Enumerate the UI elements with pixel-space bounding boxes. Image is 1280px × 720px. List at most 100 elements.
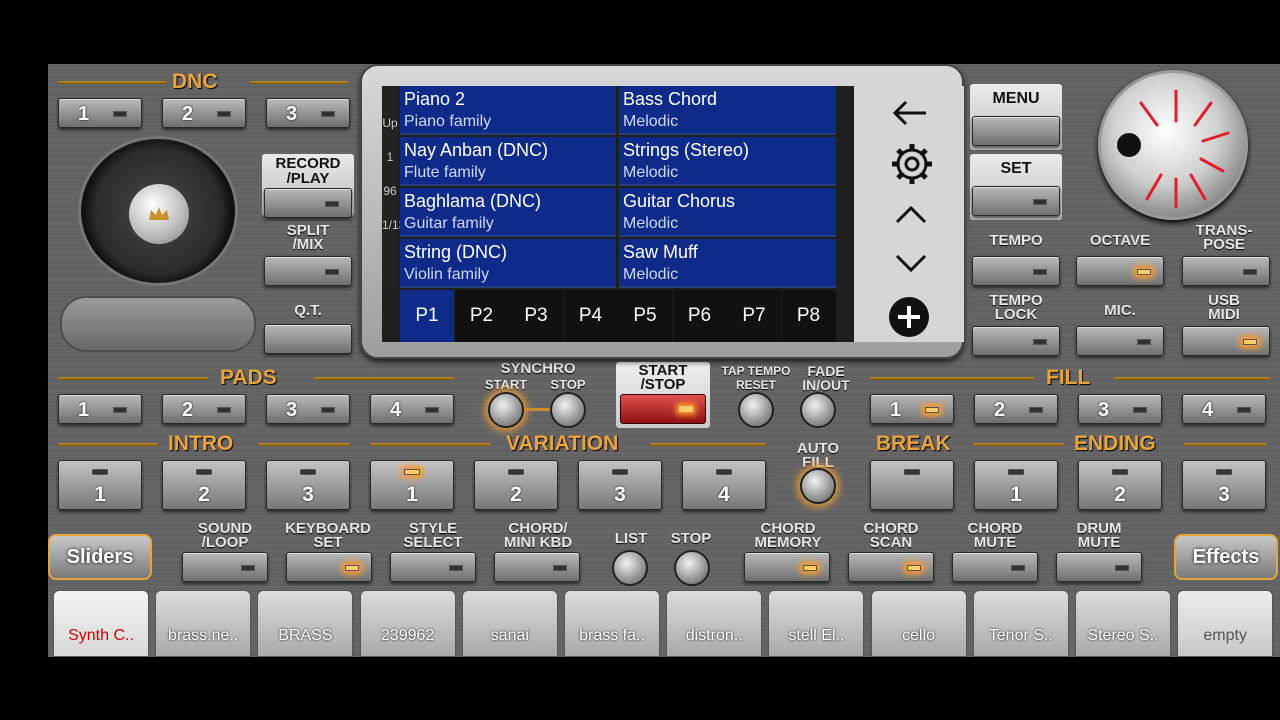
chevron-up-icon[interactable] bbox=[894, 204, 928, 231]
start-stop-button[interactable] bbox=[620, 394, 706, 424]
sound-slot[interactable]: Saw Muff Melodic bbox=[619, 239, 836, 288]
sound-slot[interactable]: Nay Anban (DNC) Flute family bbox=[400, 137, 616, 186]
style-tab[interactable]: BRASS bbox=[257, 590, 354, 657]
gear-icon[interactable] bbox=[890, 142, 934, 191]
ending-button-1[interactable]: 1 bbox=[974, 460, 1058, 510]
style-tab[interactable]: Stereo S.. bbox=[1075, 590, 1171, 657]
style-tab[interactable]: Tenor S.. bbox=[972, 590, 1069, 657]
tap-tempo-knob[interactable] bbox=[738, 392, 774, 428]
octave-button[interactable] bbox=[1076, 256, 1164, 286]
pad-button-2[interactable]: 2 bbox=[162, 394, 246, 424]
sound-slot[interactable]: String (DNC) Violin family bbox=[400, 239, 616, 288]
fill-button-4[interactable]: 4 bbox=[1182, 394, 1266, 424]
vip-crown-icon bbox=[129, 184, 189, 244]
page-tab-p8[interactable]: P8 bbox=[781, 290, 836, 342]
pad-button-4[interactable]: 4 bbox=[370, 394, 454, 424]
dnc-button-2[interactable]: 2 bbox=[162, 98, 246, 128]
synchro-stop-knob[interactable] bbox=[550, 392, 586, 428]
synchro-label: SYNCHRO bbox=[500, 360, 576, 377]
stop-knob[interactable] bbox=[674, 550, 710, 586]
page-tab-p4[interactable]: P4 bbox=[563, 290, 618, 342]
style-tab[interactable]: sanai bbox=[461, 590, 558, 657]
page-tab-p2[interactable]: P2 bbox=[454, 290, 509, 342]
mic-button[interactable] bbox=[1076, 326, 1164, 356]
vip-jog-wheel[interactable] bbox=[78, 136, 238, 286]
style-tab[interactable]: stell El.. bbox=[768, 590, 865, 657]
list-knob[interactable] bbox=[612, 550, 648, 586]
effects-button[interactable]: Effects bbox=[1174, 534, 1278, 580]
chord-mini-kbd-button[interactable] bbox=[494, 552, 580, 582]
sound-loop-button[interactable] bbox=[182, 552, 268, 582]
fill-button-3[interactable]: 3 bbox=[1078, 394, 1162, 424]
page-tab-p7[interactable]: P7 bbox=[727, 290, 781, 342]
chord-scan-button[interactable] bbox=[848, 552, 934, 582]
sound-slot[interactable]: Baghlama (DNC) Guitar family bbox=[400, 188, 616, 237]
intro-button-1[interactable]: 1 bbox=[58, 460, 142, 510]
page-tab-p5[interactable]: P5 bbox=[618, 290, 672, 342]
sound-name: Strings (Stereo) bbox=[623, 140, 750, 160]
dnc-button-1[interactable]: 1 bbox=[58, 98, 142, 128]
dnc-header: DNC bbox=[58, 70, 348, 93]
usb-midi-label: USB MIDI bbox=[1208, 292, 1240, 323]
sound-slot[interactable]: Piano 2 Piano family bbox=[400, 86, 616, 135]
sound-family: Piano family bbox=[404, 113, 492, 130]
tap-tempo-label: TAP TEMPO RESET bbox=[721, 364, 791, 392]
style-tab[interactable]: cello bbox=[870, 590, 967, 657]
pad-button-3[interactable]: 3 bbox=[266, 394, 350, 424]
style-tab[interactable]: empty bbox=[1177, 590, 1274, 657]
plus-icon[interactable] bbox=[888, 296, 930, 343]
variation-button-2[interactable]: 2 bbox=[474, 460, 558, 510]
dnc-button-3[interactable]: 3 bbox=[266, 98, 350, 128]
chord-mute-button[interactable] bbox=[952, 552, 1038, 582]
pitch-bend-strip[interactable] bbox=[60, 296, 256, 352]
start-stop-label: START /STOP bbox=[638, 362, 688, 393]
chevron-down-icon[interactable] bbox=[894, 252, 928, 279]
menu-button[interactable] bbox=[972, 116, 1060, 146]
style-tab[interactable]: 239962 bbox=[359, 590, 456, 657]
usb-midi-button[interactable] bbox=[1182, 326, 1270, 356]
fill-button-2[interactable]: 2 bbox=[974, 394, 1058, 424]
style-tab[interactable]: Synth C.. bbox=[53, 590, 149, 657]
qt-button[interactable] bbox=[264, 324, 352, 354]
synchro-start-knob[interactable] bbox=[488, 392, 524, 428]
split-mix-button[interactable] bbox=[264, 256, 352, 286]
variation-button-3[interactable]: 3 bbox=[578, 460, 662, 510]
fade-knob[interactable] bbox=[800, 392, 836, 428]
set-button[interactable] bbox=[972, 186, 1060, 216]
tempo-button[interactable] bbox=[972, 256, 1060, 286]
ending-button-3[interactable]: 3 bbox=[1182, 460, 1266, 510]
page-tab-p6[interactable]: P6 bbox=[672, 290, 727, 342]
style-tab[interactable]: brass.ne.. bbox=[155, 590, 252, 657]
page-tab-p1[interactable]: P1 bbox=[400, 290, 454, 342]
sound-slot[interactable]: Strings (Stereo) Melodic bbox=[619, 137, 836, 186]
sound-family: Guitar family bbox=[404, 215, 494, 232]
page-tab-p3[interactable]: P3 bbox=[509, 290, 563, 342]
style-tab[interactable]: distron.. bbox=[666, 590, 763, 657]
start-stop-led bbox=[679, 406, 693, 412]
ending-button-2[interactable]: 2 bbox=[1078, 460, 1162, 510]
record-play-label: RECORD /PLAY bbox=[275, 155, 341, 187]
auto-fill-knob[interactable] bbox=[800, 468, 836, 504]
variation-button-1[interactable]: 1 bbox=[370, 460, 454, 510]
intro-button-3[interactable]: 3 bbox=[266, 460, 350, 510]
split-mix-label: SPLIT /MIX bbox=[286, 222, 330, 253]
transpose-button[interactable] bbox=[1182, 256, 1270, 286]
tempo-lock-button[interactable] bbox=[972, 326, 1060, 356]
back-arrow-icon[interactable] bbox=[892, 98, 928, 133]
style-select-button[interactable] bbox=[390, 552, 476, 582]
intro-button-2[interactable]: 2 bbox=[162, 460, 246, 510]
sound-slot[interactable]: Guitar Chorus Melodic bbox=[619, 188, 836, 237]
drum-mute-button[interactable] bbox=[1056, 552, 1142, 582]
chord-memory-button[interactable] bbox=[744, 552, 830, 582]
side-text-page: 1/13 bbox=[382, 218, 406, 232]
record-play-button[interactable] bbox=[264, 188, 352, 218]
fill-button-1[interactable]: 1 bbox=[870, 394, 954, 424]
volume-dial[interactable] bbox=[1098, 70, 1248, 220]
style-tab[interactable]: brass fa.. bbox=[564, 590, 660, 657]
sliders-button[interactable]: Sliders bbox=[48, 534, 152, 580]
sound-slot[interactable]: Bass Chord Melodic bbox=[619, 86, 836, 135]
break-button[interactable] bbox=[870, 460, 954, 510]
pad-button-1[interactable]: 1 bbox=[58, 394, 142, 424]
keyboard-set-button[interactable] bbox=[286, 552, 372, 582]
variation-button-4[interactable]: 4 bbox=[682, 460, 766, 510]
